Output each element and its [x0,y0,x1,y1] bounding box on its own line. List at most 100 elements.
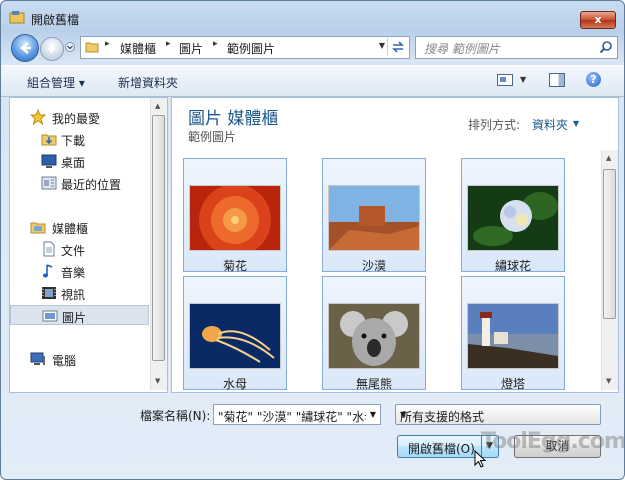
breadcrumb-libraries[interactable]: 媒體櫃 [120,40,156,57]
forward-arrow-icon [47,44,56,54]
hydrangeas-thumbnail [467,185,559,251]
scroll-down-icon[interactable]: ▼ [155,377,160,385]
nav-item-libraries[interactable]: 媒體櫃 [10,217,148,237]
pictures-icon [42,310,58,322]
breadcrumb-sample-pictures[interactable]: 範例圖片 [227,40,275,57]
window-title: 開啟舊檔 [31,13,80,27]
nav-item-pictures[interactable]: 圖片 [10,305,149,325]
address-dropdown-icon[interactable]: ▼ [379,41,385,50]
file-tile[interactable]: 繡球花 [461,158,565,273]
recent-pages-dropdown-icon[interactable] [65,42,75,52]
nav-item-label: 媒體櫃 [52,222,89,236]
nav-item-label: 音樂 [61,266,86,280]
nav-item-label: 下載 [61,134,86,148]
preview-pane-icon[interactable] [549,73,565,87]
folder-icon [85,42,99,53]
recent-places-icon [41,176,57,190]
koala-thumbnail [328,303,420,369]
file-name: 繡球花 [494,259,531,273]
command-bar: 組合管理 ▾ 新增資料夾 ▼ ? [1,65,624,97]
file-name: 燈塔 [500,377,525,391]
open-button-label: 開啟舊檔(O) [408,442,475,456]
nav-item-downloads[interactable]: 下載 [10,129,148,149]
filename-dropdown-icon[interactable]: ▼ [366,405,380,424]
navigation-scrollbar[interactable]: ▲ ▼ [150,98,167,390]
file-list-pane: 圖片 媒體櫃 範例圖片 排列方式: 資料夾 ▼ 菊花 沙漠 繡球花 水母 無尾熊… [171,97,619,393]
breadcrumb-separator-icon: ▸ [213,39,218,49]
file-tile[interactable]: 沙漠 [322,158,426,273]
arrange-dropdown-icon[interactable]: ▼ [573,119,579,128]
mouse-cursor-icon [474,450,486,468]
file-type-select[interactable]: 所有支援的格式 ▼ [395,404,601,425]
library-title: 圖片 媒體櫃 [188,109,279,129]
music-icon [43,264,53,278]
computer-icon [30,352,45,365]
open-file-dialog: 開啟舊檔 x ▸ 媒體櫃 ▸ 圖片 ▸ 範例圖片 ▼ 搜尋 範例圖片 組合管理 … [0,0,625,480]
scrollbar-thumb[interactable] [152,115,165,361]
nav-item-label: 最近的位置 [61,178,122,192]
file-name: 沙漠 [361,259,386,273]
file-name: 菊花 [222,259,247,273]
chrysanthemum-thumbnail [189,185,281,251]
nav-item-label: 文件 [61,244,86,258]
desktop-icon [41,154,57,168]
file-tile[interactable]: 水母 [183,276,287,391]
search-box[interactable]: 搜尋 範例圖片 [415,36,618,59]
help-icon[interactable]: ? [586,72,601,87]
library-subtitle: 範例圖片 [188,130,237,144]
filename-value: "菊花" "沙漠" "繡球花" "水母" [218,410,381,424]
navigation-pane: 我的最愛 下載 桌面 最近的位置 媒體櫃 文件 音樂 視訊 圖片 電腦 ▲ ▼ [9,97,168,393]
file-tile[interactable]: 燈塔 [461,276,565,391]
nav-item-desktop[interactable]: 桌面 [10,151,148,171]
file-tile[interactable]: 菊花 [183,158,287,273]
refresh-button[interactable] [387,38,407,56]
jellyfish-thumbnail [189,303,281,369]
nav-item-label: 我的最愛 [52,112,101,126]
lighthouse-thumbnail [467,303,559,369]
nav-item-favorites[interactable]: 我的最愛 [10,107,148,127]
nav-item-documents[interactable]: 文件 [10,239,148,259]
nav-item-music[interactable]: 音樂 [10,261,148,281]
title-bar: 開啟舊檔 x [1,1,624,35]
nav-item-label: 電腦 [52,354,77,368]
search-icon[interactable] [599,40,613,54]
documents-icon [43,241,55,257]
nav-item-label: 桌面 [61,156,86,170]
close-button[interactable]: x [580,11,616,29]
nav-item-videos[interactable]: 視訊 [10,283,148,303]
nav-item-recent-places[interactable]: 最近的位置 [10,173,148,193]
new-folder-button[interactable]: 新增資料夾 [118,74,178,91]
scroll-up-icon[interactable]: ▲ [606,154,611,162]
back-arrow-icon [20,42,31,54]
arrange-by-dropdown[interactable]: 資料夾 [532,116,568,133]
refresh-icon [392,41,404,53]
forward-button[interactable] [40,37,64,61]
scroll-down-icon[interactable]: ▼ [606,377,611,385]
scroll-up-icon[interactable]: ▲ [155,102,160,110]
star-icon [30,109,46,125]
nav-item-label: 圖片 [62,311,87,325]
watermark: ToolEgg.com [481,429,625,454]
chevron-down-icon: ▼ [400,410,407,419]
breadcrumb-separator-icon: ▸ [105,39,110,49]
video-icon [42,287,56,299]
nav-item-computer[interactable]: 電腦 [10,349,148,369]
breadcrumb-pictures[interactable]: 圖片 [179,40,203,57]
file-list-scrollbar[interactable]: ▲ ▼ [601,150,618,390]
file-name: 水母 [222,377,247,391]
view-dropdown-icon[interactable]: ▼ [520,75,526,84]
organize-menu-button[interactable]: 組合管理 ▾ [27,74,85,91]
scrollbar-thumb[interactable] [603,169,616,319]
filename-input[interactable]: "菊花" "沙漠" "繡球花" "水母" ▼ [213,404,381,425]
back-button[interactable] [11,34,39,62]
file-name: 無尾熊 [355,377,392,391]
file-tile[interactable]: 無尾熊 [322,276,426,391]
download-folder-icon [41,134,57,146]
desert-thumbnail [328,185,420,251]
search-placeholder: 搜尋 範例圖片 [424,42,500,56]
library-icon [30,222,46,234]
view-icon[interactable] [497,74,513,86]
address-bar[interactable]: ▸ 媒體櫃 ▸ 圖片 ▸ 範例圖片 ▼ [80,36,410,59]
app-icon [9,11,25,24]
arrange-by-label: 排列方式: [468,118,521,132]
